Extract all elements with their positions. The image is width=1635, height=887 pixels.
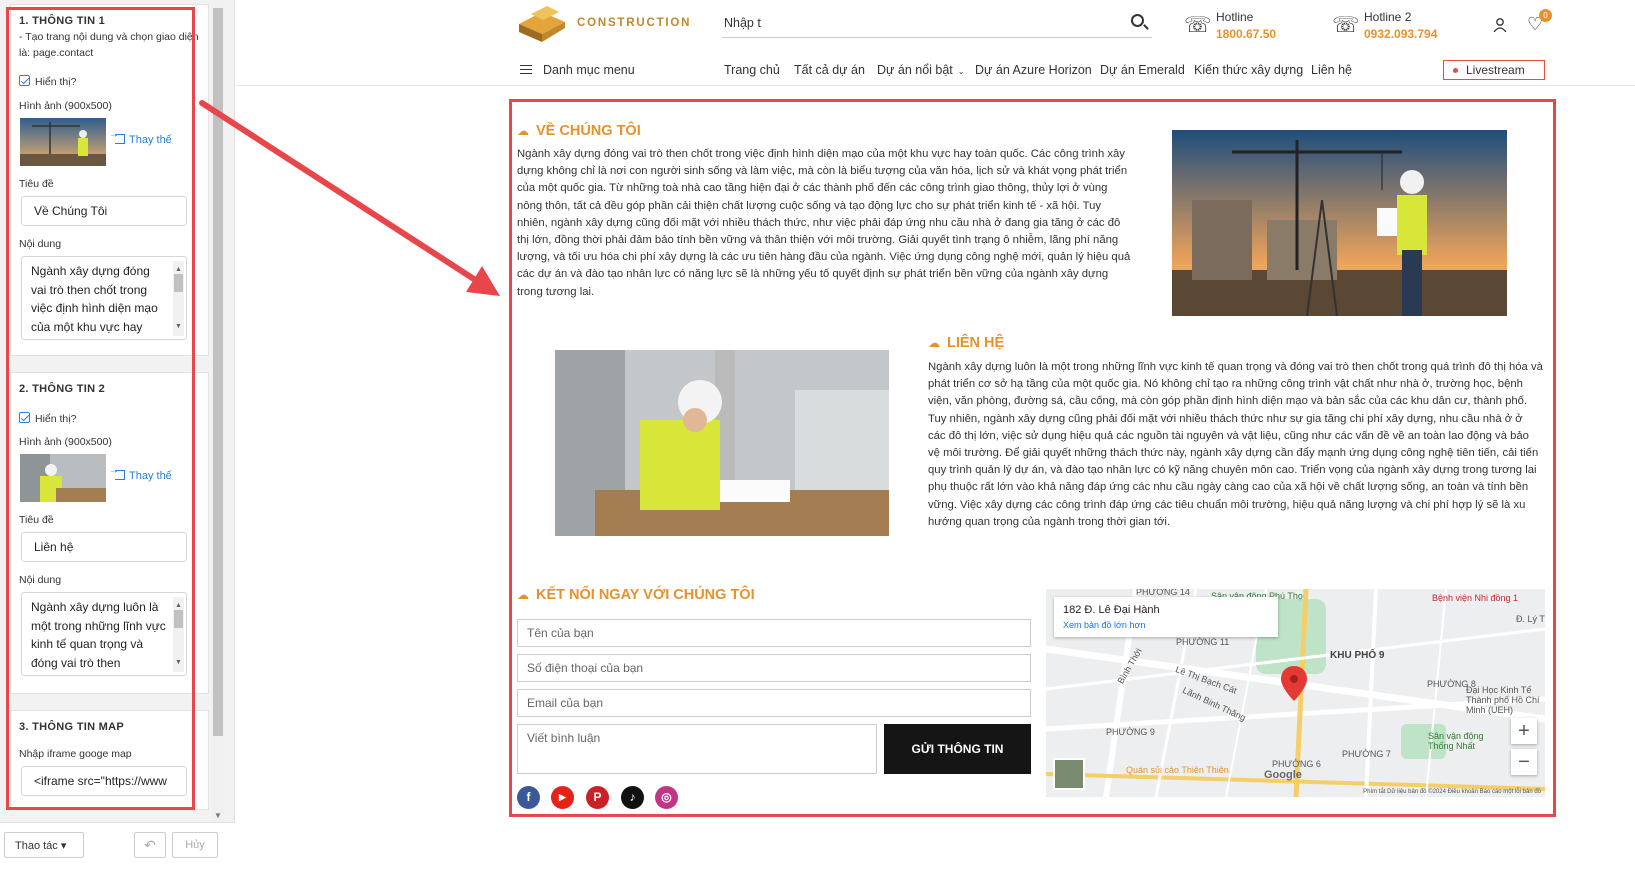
editor-panel: 1. THÔNG TIN 1 - Tạo trang nội dung và c…	[0, 0, 235, 887]
actions-dropdown-button[interactable]: Thao tác ▾	[4, 832, 84, 858]
hotline-2[interactable]: ☏ Hotline 2 0932.093.794	[1332, 8, 1462, 44]
main-nav: Danh mục menu Trang chủ Tất cả dự án Dự …	[236, 60, 1635, 86]
phone-icon: ☏	[1184, 12, 1212, 37]
nav-item-emerald[interactable]: Dự án Emerald	[1100, 63, 1185, 77]
chevron-down-icon: ⌄	[957, 67, 965, 76]
hotline-1[interactable]: ☏ Hotline 1800.67.50	[1184, 8, 1304, 44]
nav-item-contact[interactable]: Liên hệ	[1311, 63, 1352, 77]
search-input[interactable]: Nhập t	[724, 16, 761, 30]
logo-text[interactable]: CONSTRUCTION	[577, 17, 691, 29]
phone-icon: ☏	[1332, 12, 1360, 37]
scroll-down-arrow-icon[interactable]: ▼	[214, 811, 222, 820]
user-icon[interactable]	[1493, 18, 1507, 32]
editor-scrollbar[interactable]: ▼	[212, 0, 224, 822]
editor-footer: Thao tác ▾ ↶ Hủy	[0, 822, 235, 887]
annotation-highlight-editor	[6, 7, 195, 810]
wishlist-count-badge: 0	[1539, 9, 1552, 22]
scrollbar-thumb[interactable]	[213, 8, 223, 736]
menu-all-button[interactable]: Danh mục menu	[520, 63, 635, 77]
hamburger-icon	[520, 65, 532, 74]
undo-icon: ↶	[144, 837, 156, 853]
cancel-button[interactable]: Hủy	[172, 832, 218, 858]
search-bar[interactable]: Nhập t	[722, 8, 1152, 38]
nav-item-all-projects[interactable]: Tất cả dự án	[794, 63, 865, 77]
annotation-highlight-preview	[509, 99, 1556, 817]
search-icon[interactable]	[1131, 14, 1144, 27]
nav-item-azure[interactable]: Dự án Azure Horizon	[975, 63, 1092, 77]
nav-item-featured[interactable]: Dự án nổi bật ⌄	[877, 63, 964, 77]
site-preview: CONSTRUCTION Nhập t ☏ Hotline 1800.67.50…	[236, 0, 1635, 887]
nav-item-knowledge[interactable]: Kiến thức xây dựng	[1194, 63, 1303, 77]
livestream-button[interactable]: Livestream	[1443, 60, 1545, 80]
logo-icon[interactable]	[519, 6, 565, 42]
undo-button[interactable]: ↶	[134, 832, 166, 858]
nav-item-home[interactable]: Trang chủ	[724, 63, 780, 77]
